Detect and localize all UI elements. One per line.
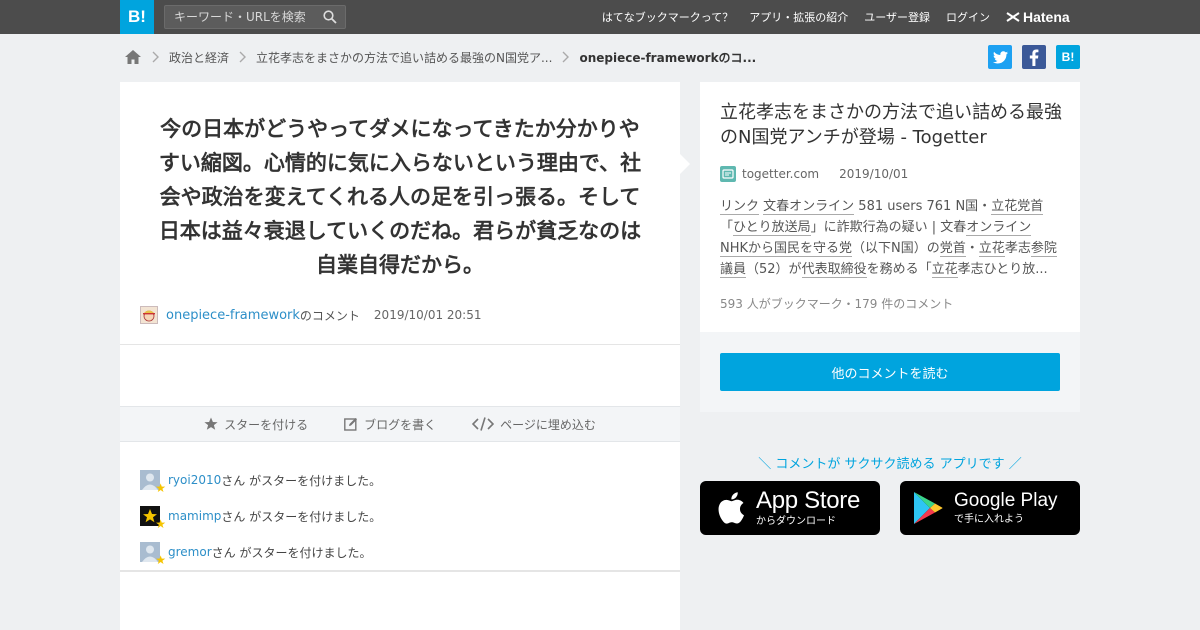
breadcrumb-category[interactable]: 政治と経済 xyxy=(169,49,229,66)
hatena-share-button[interactable]: B! xyxy=(1056,45,1080,69)
google-play-button[interactable]: Google Play で手に入れよう xyxy=(900,481,1080,535)
app-promo-text: ＼ コメントが サクサク読める アプリです ／ xyxy=(758,457,1022,472)
app-store-subtitle: からダウンロード xyxy=(756,515,836,527)
search-box xyxy=(164,5,346,29)
star-badge-icon: ★ xyxy=(155,553,166,567)
star-user-link[interactable]: ryoi2010 xyxy=(168,473,221,487)
nav-login[interactable]: ログイン xyxy=(946,9,990,25)
edit-icon xyxy=(344,418,358,431)
avatar[interactable]: ★ xyxy=(140,506,166,530)
write-blog-label: ブログを書く xyxy=(364,417,437,432)
divider xyxy=(120,570,680,572)
user-avatar-icon xyxy=(143,310,155,322)
bookmark-count[interactable]: 593 人がブックマーク・179 件のコメント xyxy=(720,295,953,312)
callout-arrow xyxy=(680,154,690,174)
star-user-link[interactable]: gremor xyxy=(168,545,212,559)
star-suffix: さん がスターを付けました。 xyxy=(211,545,372,560)
read-more-comments-button[interactable]: 他のコメントを読む xyxy=(720,353,1060,391)
entry-meta: togetter.com 2019/10/01 xyxy=(720,166,908,182)
write-blog-button[interactable]: ブログを書く xyxy=(344,416,436,433)
site-favicon-icon xyxy=(720,166,736,182)
apple-icon xyxy=(718,492,745,524)
entry-date: 2019/10/01 xyxy=(839,167,909,181)
add-star-label: スターを付ける xyxy=(224,417,309,432)
hatena-mark-icon xyxy=(1006,12,1020,22)
top-bar: B! はてなブックマークって？ アプリ・拡張の紹介 ユーザー登録 ログイン Ha… xyxy=(0,0,1200,34)
chevron-right-icon xyxy=(239,51,247,63)
google-play-subtitle: で手に入れよう xyxy=(954,513,1024,525)
comment-meta: onepiece-framework のコメント 2019/10/01 20:5… xyxy=(140,306,481,324)
comment-body: 今の日本がどうやってダメになってきたか分かりやすい縮図。心情的に気に入らないとい… xyxy=(158,117,642,277)
code-icon xyxy=(472,417,495,431)
star-suffix: さん がスターを付けました。 xyxy=(221,509,382,524)
nav-apps[interactable]: アプリ・拡張の紹介 xyxy=(749,9,848,25)
list-item: ★ mamimp さん がスターを付けました。 xyxy=(140,498,381,534)
breadcrumb-current: onepiece-frameworkのコ... xyxy=(579,50,757,65)
avatar[interactable] xyxy=(140,306,158,324)
top-nav: はてなブックマークって？ アプリ・拡張の紹介 ユーザー登録 ログイン xyxy=(586,0,990,34)
search-input[interactable] xyxy=(165,6,315,28)
list-item: ★ ryoi2010 さん がスターを付けました。 xyxy=(140,462,381,498)
comment-actions: スターを付ける ブログを書く ページに埋め込む xyxy=(120,406,680,442)
embed-button[interactable]: ページに埋め込む xyxy=(472,416,596,433)
entry-title[interactable]: 立花孝志をまさかの方法で追い詰める最強のN国党アンチが登場 - Togetter xyxy=(720,100,1065,150)
comment-date[interactable]: 2019/10/01 20:51 xyxy=(374,308,482,322)
hatena-brand[interactable]: Hatena xyxy=(1006,9,1070,25)
twitter-share-button[interactable] xyxy=(988,45,1012,69)
entry-footer: 他のコメントを読む xyxy=(700,332,1080,412)
star-list: ★ ryoi2010 さん がスターを付けました。 ★ mamimp さん がス… xyxy=(140,462,381,570)
hatena-bookmark-logo[interactable]: B! xyxy=(120,0,154,34)
chevron-right-icon xyxy=(152,51,159,63)
star-icon xyxy=(204,417,218,430)
star-user-link[interactable]: mamimp xyxy=(168,509,221,523)
facebook-share-button[interactable] xyxy=(1022,45,1046,69)
star-badge-icon: ★ xyxy=(155,481,166,495)
google-play-title: Google Play xyxy=(954,489,1058,511)
star-badge-icon: ★ xyxy=(155,517,166,531)
chevron-right-icon xyxy=(562,51,570,63)
list-item: ★ gremor さん がスターを付けました。 xyxy=(140,534,381,570)
home-icon[interactable] xyxy=(124,49,142,65)
star-suffix: さん がスターを付けました。 xyxy=(221,473,382,488)
entry-card: 立花孝志をまさかの方法で追い詰める最強のN国党アンチが登場 - Togetter… xyxy=(700,82,1080,412)
comment-card: 今の日本がどうやってダメになってきたか分かりやすい縮図。心情的に気に入らないとい… xyxy=(120,82,680,630)
breadcrumb: 政治と経済 立花孝志をまさかの方法で追い詰める最強のN国党ア... onepie… xyxy=(124,46,756,68)
hatena-brand-text: Hatena xyxy=(1023,9,1070,25)
breadcrumb-entry[interactable]: 立花孝志をまさかの方法で追い詰める最強のN国党ア... xyxy=(256,49,552,66)
twitter-bird-icon xyxy=(992,50,1008,63)
search-icon[interactable] xyxy=(323,10,337,24)
author-suffix: のコメント xyxy=(299,308,360,323)
avatar[interactable]: ★ xyxy=(140,542,166,566)
entry-summary: リンク 文春オンライン 581 users 761 N国・立花党首「ひとり放送局… xyxy=(720,199,1057,278)
avatar[interactable]: ★ xyxy=(140,470,166,494)
app-store-button[interactable]: App Store からダウンロード xyxy=(700,481,880,535)
app-store-title: App Store xyxy=(756,486,861,514)
google-play-icon xyxy=(914,492,943,524)
nav-register[interactable]: ユーザー登録 xyxy=(864,9,930,25)
nav-about[interactable]: はてなブックマークって？ xyxy=(602,9,733,25)
author-link[interactable]: onepiece-framework xyxy=(166,308,300,323)
divider xyxy=(120,344,680,345)
facebook-f-icon xyxy=(1029,48,1039,66)
embed-label: ページに埋め込む xyxy=(500,417,596,432)
entry-domain[interactable]: togetter.com xyxy=(742,167,819,181)
add-star-button[interactable]: スターを付ける xyxy=(204,416,308,433)
